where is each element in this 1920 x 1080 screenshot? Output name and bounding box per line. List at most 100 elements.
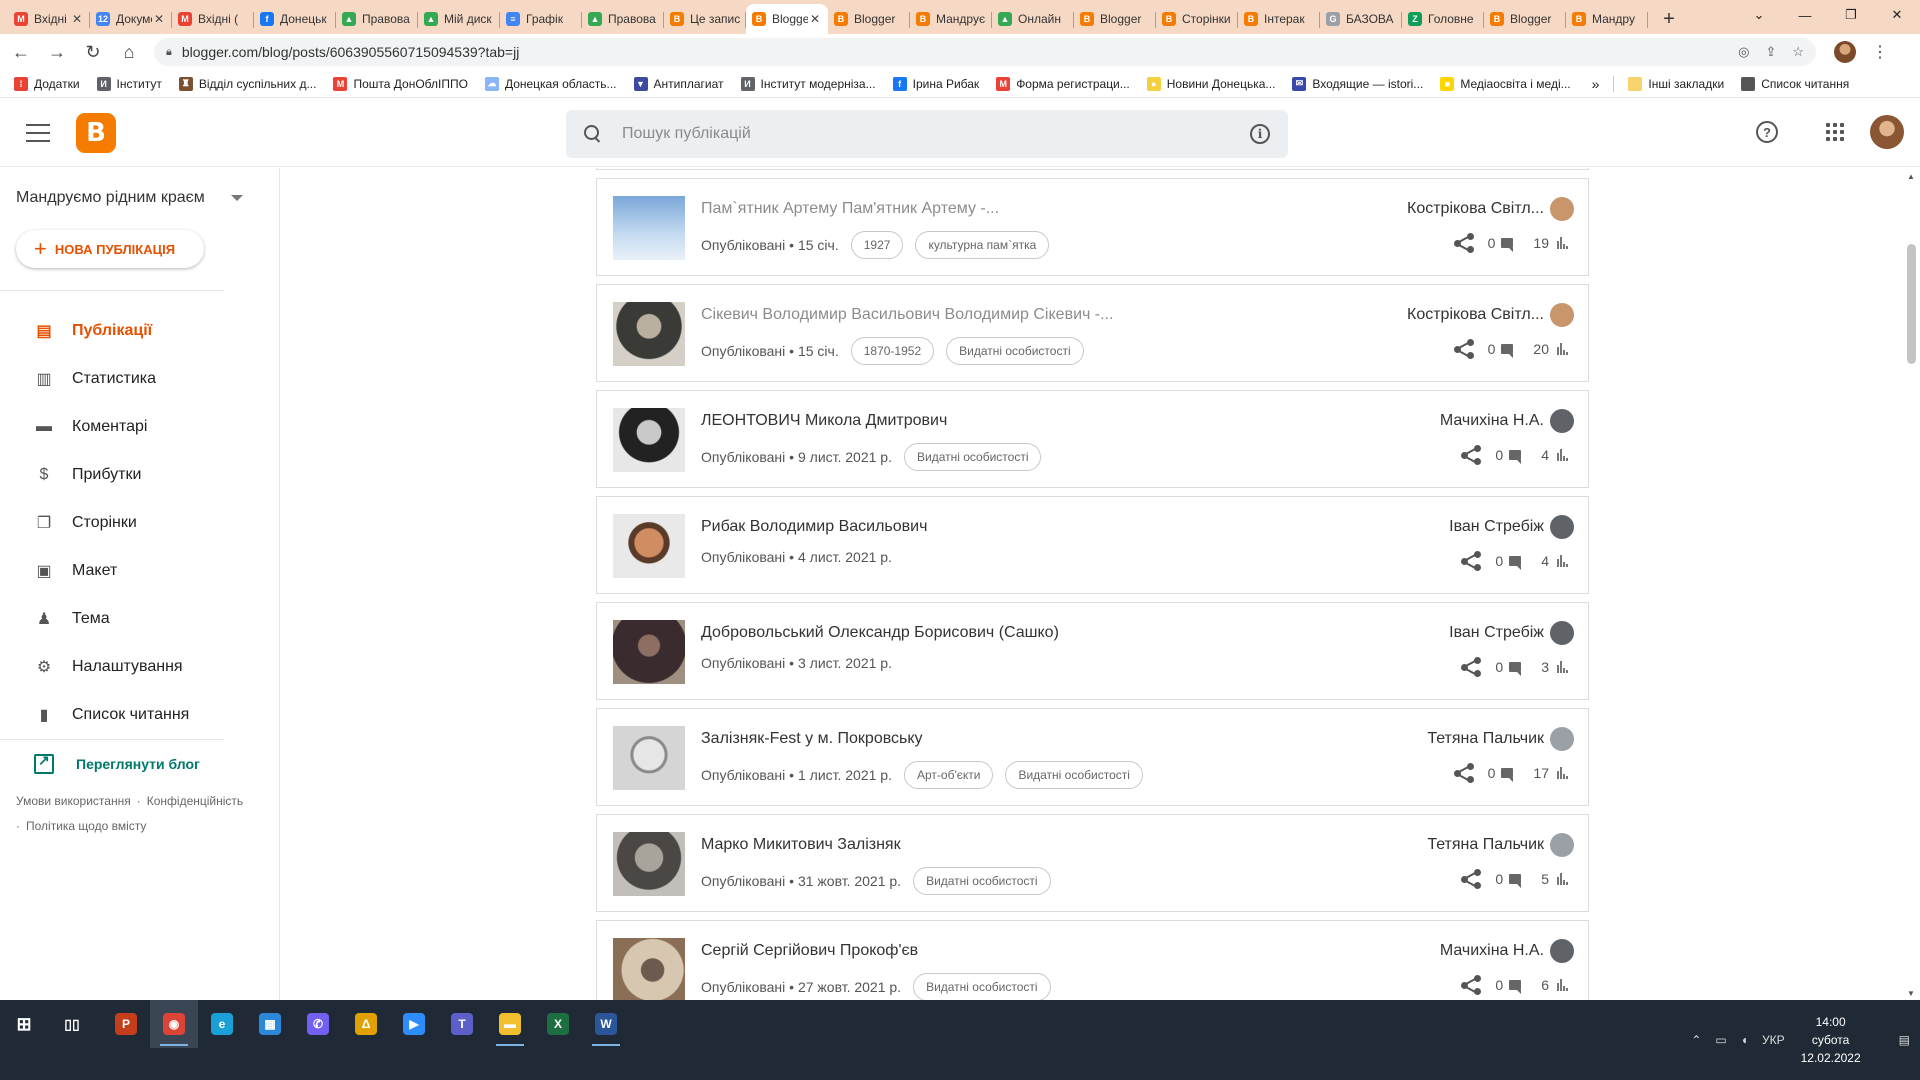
more-bookmarks-icon[interactable]: » (1592, 76, 1600, 92)
browser-tab[interactable]: Z Головне (1402, 4, 1484, 34)
post-card[interactable]: Пам`ятник Артему Пам'ятник Артему -... Оп… (596, 178, 1589, 276)
post-title[interactable]: Пам`ятник Артему Пам'ятник Артему -... (701, 200, 1261, 218)
share-icon[interactable] (1461, 975, 1482, 995)
language-indicator[interactable]: УКР (1762, 1033, 1785, 1047)
reading-list[interactable]: Список читання (1741, 76, 1849, 91)
excel-icon[interactable]: X (534, 1000, 582, 1048)
other-bookmarks[interactable]: Інші закладки (1628, 76, 1724, 91)
post-card[interactable]: Сергій Сергійович Прокоф'єв Опубліковані … (596, 920, 1589, 1000)
notifications-icon[interactable]: ▤ (1899, 1033, 1910, 1047)
tray-chevron-icon[interactable]: ⌃ (1691, 1033, 1701, 1047)
browser-tab[interactable]: ▲ Мій диск (418, 4, 500, 34)
bookmark-item[interactable]: ■ Медіаосвіта і меді... (1440, 76, 1571, 91)
view-blog-link[interactable]: Переглянути блог (0, 740, 279, 788)
post-title[interactable]: ЛЕОНТОВИЧ Микола Дмитрович (701, 412, 1261, 430)
viber-icon[interactable]: ✆ (294, 1000, 342, 1048)
post-title[interactable]: Сікевич Володимир Васильович Володимир С… (701, 306, 1261, 324)
share-icon[interactable] (1461, 869, 1482, 889)
windows-start-icon[interactable]: ⊞ (0, 1000, 48, 1048)
browser-tab[interactable]: B Blogger (1484, 4, 1566, 34)
chrome-icon[interactable]: ◉ (150, 1000, 198, 1048)
bookmark-item[interactable]: f Ірина Рибак (892, 76, 979, 91)
post-card[interactable]: Рибак Володимир Васильович Опубліковані •… (596, 496, 1589, 594)
browser-tab[interactable]: ▲ Онлайн (992, 4, 1074, 34)
info-icon[interactable]: i (1250, 124, 1270, 144)
bookmark-item[interactable]: ▼ Антиплагиат (633, 76, 724, 91)
post-title[interactable]: Сергій Сергійович Прокоф'єв (701, 942, 1261, 960)
bookmark-item[interactable]: И Інститут (96, 76, 162, 91)
app-icon[interactable]: Δ (342, 1000, 390, 1048)
content-policy-link[interactable]: Політика щодо вмісту (26, 819, 146, 833)
sidebar-item[interactable]: ▮ Список читання (0, 691, 279, 739)
browser-tab[interactable]: B Сторінки (1156, 4, 1238, 34)
tab-close-icon[interactable]: ✕ (810, 12, 822, 26)
browser-tab[interactable]: M Вхідні ( (172, 4, 254, 34)
bookmark-item[interactable]: И Інститут модерніза... (740, 76, 876, 91)
lock-icon[interactable]: 🔒︎ (166, 46, 172, 59)
post-label-chip[interactable]: 1870-1952 (850, 337, 935, 365)
blogger-logo[interactable]: B (76, 112, 116, 153)
explorer-icon[interactable]: ▬ (486, 1000, 534, 1048)
teams-icon[interactable]: T (438, 1000, 486, 1048)
address-bar[interactable]: 🔒︎ blogger.com/blog/posts/60639055607150… (154, 38, 1816, 66)
page-scrollbar[interactable]: ▲ ▼ (1903, 168, 1920, 1000)
browser-tab[interactable]: ≡ Графік (500, 4, 582, 34)
post-title[interactable]: Залізняк-Fest у м. Покровську (701, 730, 1261, 748)
browser-tab[interactable]: ▲ Правова (336, 4, 418, 34)
scroll-up-icon[interactable]: ▲ (1907, 172, 1915, 181)
powerpoint-icon[interactable]: P (102, 1000, 150, 1048)
search-icon[interactable] (584, 125, 602, 143)
bookmark-item[interactable]: M Пошта ДонОблІППО (333, 76, 468, 91)
clock[interactable]: 14:00 субота 12.02.2022 (1801, 1013, 1861, 1067)
scroll-down-icon[interactable]: ▼ (1907, 989, 1915, 998)
tracking-protection-icon[interactable]: ◎ (1738, 44, 1749, 60)
post-title[interactable]: Марко Микитович Залізняк (701, 836, 1261, 854)
sidebar-item[interactable]: $ Прибутки (0, 451, 279, 499)
browser-menu-icon[interactable]: ⋮ (1872, 42, 1888, 62)
bookmark-item[interactable]: ● Новини Донецька... (1146, 76, 1275, 91)
edge-icon[interactable]: e (198, 1000, 246, 1048)
bookmark-item[interactable]: ♜ Відділ суспільних д... (178, 76, 316, 91)
home-button[interactable]: ⌂ (114, 37, 144, 67)
share-icon[interactable] (1461, 657, 1482, 677)
close-window-button[interactable]: ✕ (1874, 0, 1920, 30)
post-card[interactable]: ЛЕОНТОВИЧ Микола Дмитрович Опубліковані •… (596, 390, 1589, 488)
browser-tab[interactable]: B Мандруємо (910, 4, 992, 34)
search-input[interactable] (622, 125, 1250, 143)
browser-tab[interactable]: B Мандру (1566, 4, 1648, 34)
share-icon[interactable] (1453, 233, 1474, 253)
post-card[interactable]: Марко Микитович Залізняк Опубліковані • 3… (596, 814, 1589, 912)
account-avatar[interactable] (1870, 115, 1904, 149)
post-title[interactable]: Добровольський Олександр Борисович (Сашк… (701, 624, 1261, 642)
post-card[interactable]: Сікевич Володимир Васильович Володимир С… (596, 284, 1589, 382)
privacy-link[interactable]: Конфіденційність (147, 794, 243, 808)
terms-link[interactable]: Умови використання (16, 794, 131, 808)
share-icon[interactable] (1453, 763, 1474, 783)
share-icon[interactable] (1453, 339, 1474, 359)
share-icon[interactable] (1461, 551, 1482, 571)
sidebar-item[interactable]: ▥ Статистика (0, 355, 279, 403)
post-card[interactable]: Залізняк-Fest у м. Покровську Опублікован… (596, 708, 1589, 806)
task-view-icon[interactable]: ▯▯ (48, 1000, 96, 1048)
post-label-chip[interactable]: 1927 (850, 231, 904, 259)
zoom-icon[interactable]: ▶ (390, 1000, 438, 1048)
browser-tab[interactable]: f Донецьк (254, 4, 336, 34)
restore-button[interactable]: ❐ (1828, 0, 1874, 30)
sidebar-item[interactable]: ⚙ Налаштування (0, 643, 279, 691)
browser-tab[interactable]: B Це запис (664, 4, 746, 34)
browser-tab[interactable]: G БАЗОВА (1320, 4, 1402, 34)
bookmark-item[interactable]: ✉ Входящие — istori... (1292, 76, 1423, 91)
bookmark-item[interactable]: ☁ Донецкая область... (484, 76, 617, 91)
browser-tab[interactable]: B Blogger✕ (746, 4, 828, 34)
minimize-button[interactable]: — (1782, 0, 1828, 30)
store-icon[interactable]: ▦ (246, 1000, 294, 1048)
blog-selector[interactable]: Мандруємо рідним краєм (0, 168, 279, 228)
bookmark-star-icon[interactable]: ☆ (1792, 44, 1804, 60)
browser-tab[interactable]: M Вхідні ✕ (8, 4, 90, 34)
sidebar-item[interactable]: ▬ Коментарі (0, 403, 279, 451)
google-apps-icon[interactable] (1826, 123, 1844, 141)
post-label-chip[interactable]: Видатні особистості (946, 337, 1084, 365)
post-label-chip[interactable]: Видатні особистості (1005, 761, 1143, 789)
tab-close-icon[interactable]: ✕ (72, 12, 84, 26)
tab-search-icon[interactable]: ⌄ (1736, 0, 1782, 30)
